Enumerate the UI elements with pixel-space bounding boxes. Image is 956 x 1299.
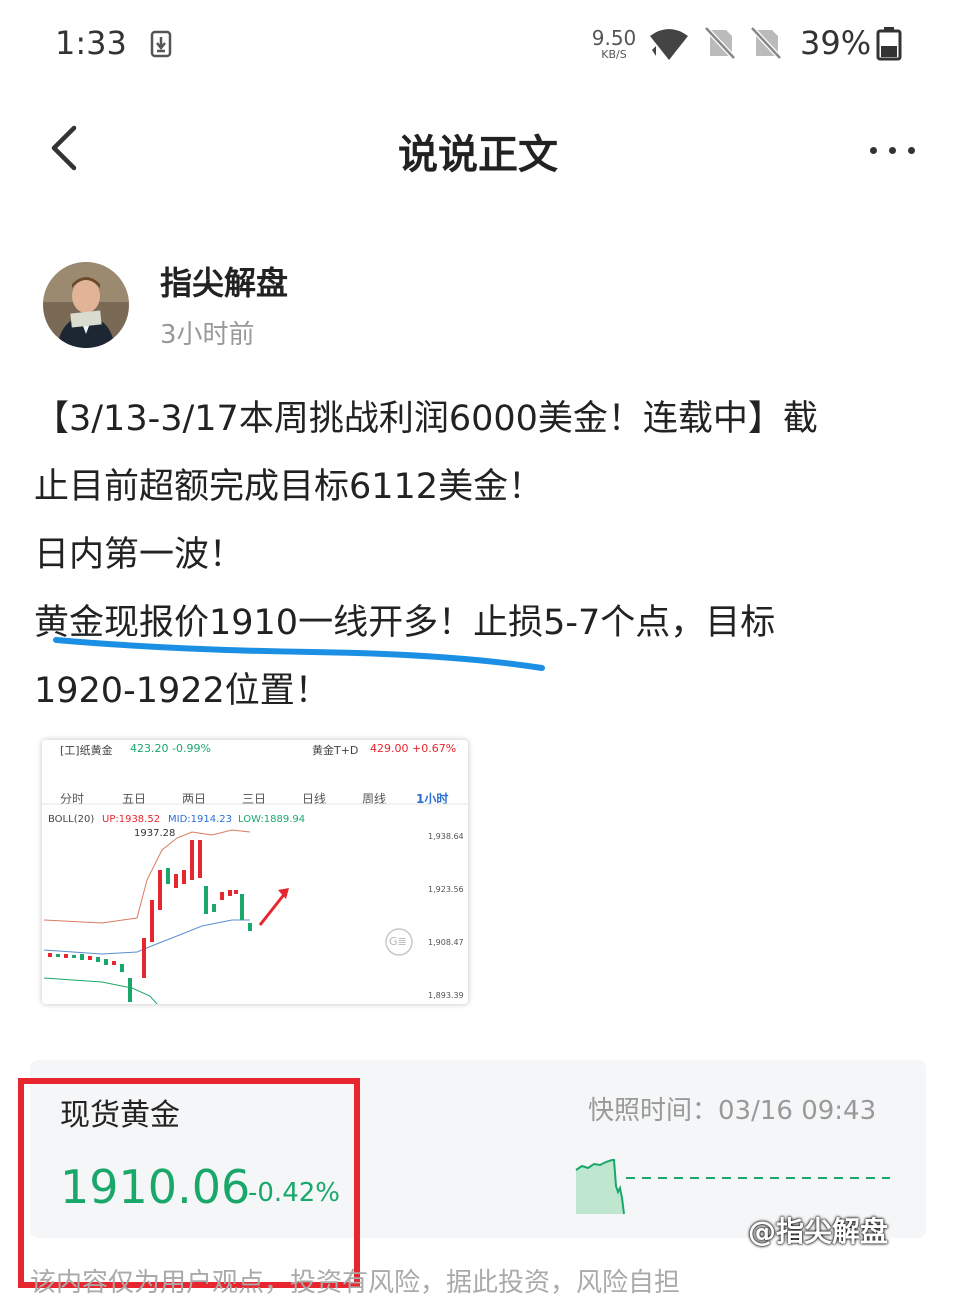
no-sim-icon-2 xyxy=(750,26,782,60)
post-text-line: 【3/13-3/17本周挑战利润6000美金！连载中】截 xyxy=(34,399,818,439)
mini-price-chart xyxy=(575,1159,890,1215)
post-text-line: 1920-1922位置！ xyxy=(34,671,330,711)
download-notification-icon xyxy=(150,30,172,58)
battery-percentage: 39% xyxy=(800,24,872,62)
post-time: 3小时前 xyxy=(160,320,255,350)
author-avatar[interactable] xyxy=(43,262,129,348)
network-speed-value: 9.50 xyxy=(591,26,637,50)
disclaimer: 该内容仅为用户观点，投资有风险，据此投资，风险自担 xyxy=(30,1268,681,1298)
snapshot-time: 快照时间：03/16 09:43 xyxy=(588,1096,877,1126)
red-highlight-box xyxy=(18,1078,360,1288)
author-name[interactable]: 指尖解盘 xyxy=(160,258,288,304)
battery-icon xyxy=(876,27,902,61)
watermark: @指尖解盘 xyxy=(748,1215,889,1248)
network-speed: 9.50 KB/S xyxy=(590,28,638,60)
chart-logo: G≣ xyxy=(389,935,407,948)
candlestick-plot xyxy=(42,803,468,1004)
page-title: 说说正文 xyxy=(398,132,558,178)
status-time: 1:33 xyxy=(55,24,127,62)
more-options-icon[interactable] xyxy=(860,130,924,170)
post-text-line: 日内第一波！ xyxy=(34,535,245,575)
post-text-line: 止目前超额完成目标6112美金！ xyxy=(34,467,544,507)
wifi-icon xyxy=(650,29,688,60)
candles xyxy=(48,840,252,1002)
chart-image[interactable]: [工]纸黄金 423.20 -0.99% 黄金T+D 429.00 +0.67%… xyxy=(42,740,468,1004)
no-sim-icon xyxy=(704,26,736,60)
network-speed-unit: KB/S xyxy=(601,48,627,61)
